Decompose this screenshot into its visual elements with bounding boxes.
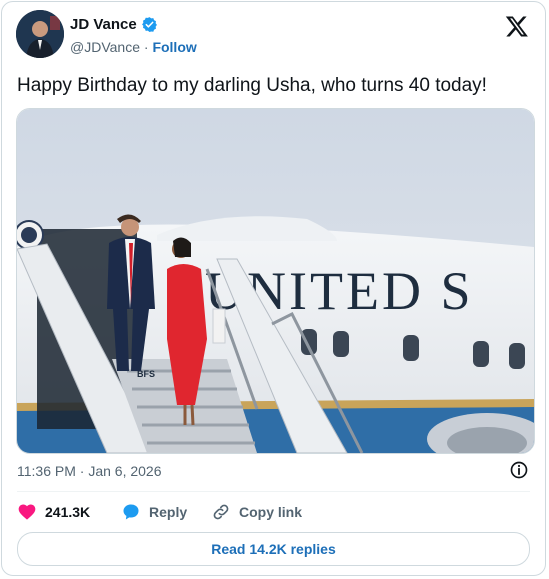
- follow-link[interactable]: Follow: [152, 39, 196, 55]
- action-bar: 241.3K Reply Copy link: [17, 502, 302, 522]
- copy-link-label: Copy link: [239, 504, 303, 520]
- photo-air-force-two: UNITED S BFS: [17, 109, 534, 453]
- separator-dot: ·: [143, 39, 149, 55]
- reply-bubble-icon: [123, 504, 139, 520]
- copy-link-button[interactable]: Copy link: [211, 502, 302, 522]
- like-button[interactable]: 241.3K: [17, 502, 111, 522]
- tweet-embed-card: JD Vance @JDVance · Follow Happy Birthda…: [1, 1, 546, 576]
- heart-icon: [18, 504, 36, 520]
- verified-badge-icon: [141, 17, 157, 32]
- author-name[interactable]: JD Vance: [70, 16, 137, 33]
- handle-line: @JDVance · Follow: [70, 39, 197, 55]
- x-logo-icon[interactable]: [505, 14, 529, 38]
- divider: [17, 491, 530, 492]
- avatar-image: [16, 10, 64, 58]
- author-handle[interactable]: @JDVance: [70, 39, 140, 55]
- avatar[interactable]: [16, 10, 64, 58]
- link-icon: [213, 504, 229, 520]
- read-replies-button[interactable]: Read 14.2K replies: [17, 532, 530, 566]
- tweet-photo[interactable]: UNITED S BFS: [16, 108, 535, 454]
- tweet-text: Happy Birthday to my darling Usha, who t…: [17, 75, 487, 96]
- info-icon[interactable]: [509, 460, 529, 480]
- reply-label: Reply: [149, 504, 188, 520]
- reply-button[interactable]: Reply: [121, 502, 209, 522]
- like-count: 241.3K: [45, 504, 91, 520]
- tweet-timestamp[interactable]: 11:36 PM · Jan 6, 2026: [17, 463, 162, 479]
- author-name-row[interactable]: JD Vance: [70, 16, 158, 33]
